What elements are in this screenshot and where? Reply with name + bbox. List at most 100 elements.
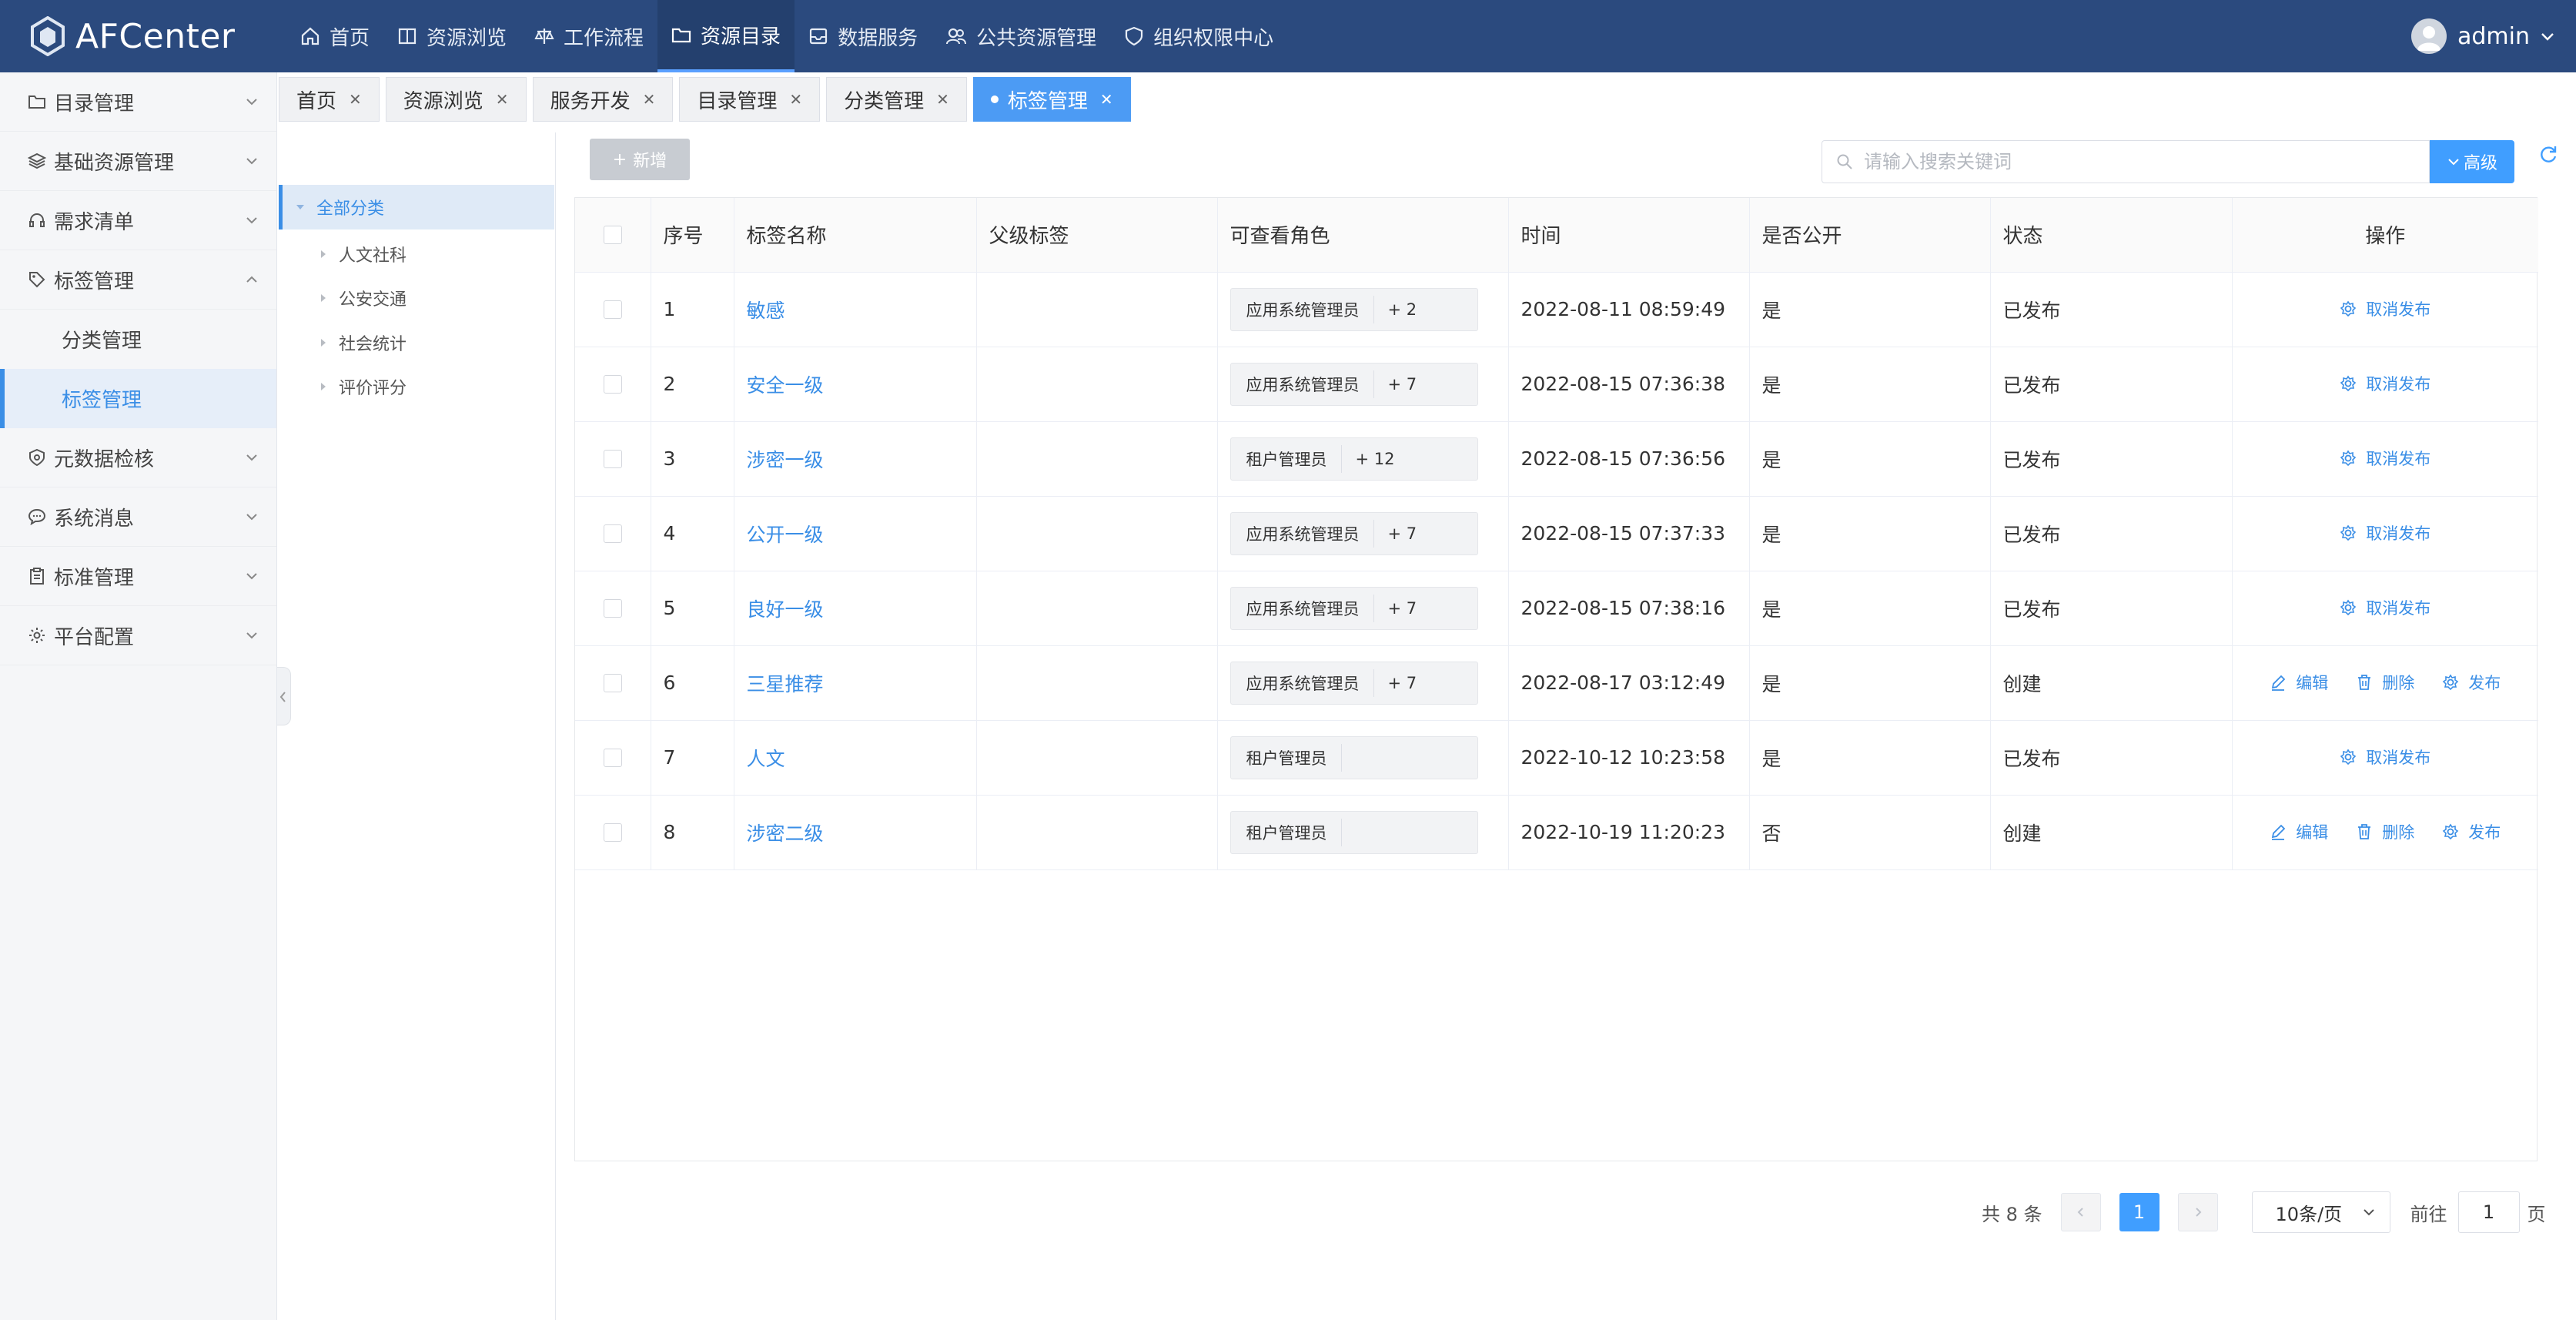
tree-node[interactable]: 人文社科 xyxy=(319,242,406,266)
tag-name-link[interactable]: 敏感 xyxy=(747,300,785,322)
tab-service-dev[interactable]: 服务开发 ✕ xyxy=(532,77,674,122)
edit-button[interactable]: 编辑 xyxy=(2270,820,2328,843)
sidebar-item-demand-list[interactable]: 需求清单 xyxy=(0,191,276,250)
unpublish-button[interactable]: 取消发布 xyxy=(2340,297,2430,320)
search-input[interactable] xyxy=(1864,151,2403,173)
delete-button[interactable]: 删除 xyxy=(2356,820,2414,843)
tree-node[interactable]: 公安交通 xyxy=(319,286,406,310)
role-select[interactable]: 应用系统管理员 + 2 xyxy=(1229,287,1478,331)
goto-page-input[interactable] xyxy=(2457,1191,2520,1233)
caret-down-icon xyxy=(296,205,304,209)
role-select[interactable]: 租户管理员 xyxy=(1229,810,1478,854)
tab-home[interactable]: 首页 ✕ xyxy=(279,77,380,122)
tab-category-manage[interactable]: 分类管理 ✕ xyxy=(826,77,967,122)
unpublish-button[interactable]: 取消发布 xyxy=(2340,447,2430,470)
tag-name-link[interactable]: 涉密一级 xyxy=(747,449,824,471)
close-icon[interactable]: ✕ xyxy=(789,90,802,109)
prev-page-button[interactable] xyxy=(2060,1193,2101,1231)
tab-resource-browse[interactable]: 资源浏览 ✕ xyxy=(385,77,527,122)
layers-icon xyxy=(28,152,46,169)
row-checkbox[interactable] xyxy=(603,300,622,319)
topnav-workflow[interactable]: 工作流程 xyxy=(520,0,657,72)
row-checkbox[interactable] xyxy=(603,374,622,394)
close-icon[interactable]: ✕ xyxy=(1100,90,1113,109)
sidebar-item-standard-manage[interactable]: 标准管理 xyxy=(0,547,276,606)
row-select-cell[interactable] xyxy=(575,571,651,646)
parent-tag-cell xyxy=(976,272,1218,347)
row-checkbox[interactable] xyxy=(603,673,622,692)
close-icon[interactable]: ✕ xyxy=(349,90,362,109)
sidebar-subitem-tag-manage[interactable]: 标签管理 xyxy=(0,369,276,428)
role-select[interactable]: 应用系统管理员 + 7 xyxy=(1229,586,1478,630)
app-logo[interactable]: AFCenter xyxy=(0,0,286,72)
sidebar-item-base-resource[interactable]: 基础资源管理 xyxy=(0,132,276,191)
role-select[interactable]: 应用系统管理员 + 7 xyxy=(1229,661,1478,705)
role-select[interactable]: 租户管理员 xyxy=(1229,735,1478,779)
user-menu[interactable]: admin xyxy=(2411,0,2558,72)
edit-button[interactable]: 编辑 xyxy=(2270,671,2328,694)
row-select-cell[interactable] xyxy=(575,421,651,497)
unpublish-button[interactable]: 取消发布 xyxy=(2340,521,2430,544)
next-page-button[interactable] xyxy=(2177,1193,2218,1231)
role-select[interactable]: 应用系统管理员 + 7 xyxy=(1229,362,1478,406)
tag-name-link[interactable]: 公开一级 xyxy=(747,524,824,546)
publish-button[interactable]: 发布 xyxy=(2442,820,2501,843)
refresh-icon[interactable] xyxy=(2538,143,2559,165)
topnav-data-service[interactable]: 数据服务 xyxy=(795,0,932,72)
row-select-cell[interactable] xyxy=(575,272,651,347)
row-checkbox[interactable] xyxy=(603,748,622,767)
row-checkbox[interactable] xyxy=(603,449,622,468)
gear-icon xyxy=(2340,524,2357,541)
sidebar-subitem-category-manage[interactable]: 分类管理 xyxy=(0,310,276,369)
tag-name-link[interactable]: 良好一级 xyxy=(747,598,824,621)
topnav-public-resource[interactable]: 公共资源管理 xyxy=(932,0,1110,72)
close-icon[interactable]: ✕ xyxy=(496,90,509,109)
add-button[interactable]: + 新增 xyxy=(590,139,690,180)
tab-tag-manage[interactable]: 标签管理 ✕ xyxy=(972,77,1131,122)
select-all-checkbox[interactable] xyxy=(603,225,622,244)
sidebar-item-catalog-manage[interactable]: 目录管理 xyxy=(0,72,276,132)
advanced-search-button[interactable]: 高级 xyxy=(2430,140,2514,183)
unpublish-button[interactable]: 取消发布 xyxy=(2340,596,2430,619)
close-icon[interactable]: ✕ xyxy=(643,90,656,109)
unpublish-button[interactable]: 取消发布 xyxy=(2340,372,2430,395)
column-header: 时间 xyxy=(1508,198,1750,273)
tab-catalog-manage[interactable]: 目录管理 ✕ xyxy=(679,77,821,122)
tag-name-link[interactable]: 人文 xyxy=(747,748,785,770)
row-select-cell[interactable] xyxy=(575,645,651,721)
tree-node[interactable]: 社会统计 xyxy=(319,330,406,355)
topnav-org-permission[interactable]: 组织权限中心 xyxy=(1110,0,1287,72)
row-select-cell[interactable] xyxy=(575,496,651,571)
row-select-cell[interactable] xyxy=(575,347,651,422)
unpublish-button[interactable]: 取消发布 xyxy=(2340,745,2430,769)
select-all-cell[interactable] xyxy=(575,198,651,273)
delete-button[interactable]: 删除 xyxy=(2356,671,2414,694)
topnav-resource-browse[interactable]: 资源浏览 xyxy=(383,0,520,72)
row-checkbox[interactable] xyxy=(603,524,622,543)
tag-name-link[interactable]: 安全一级 xyxy=(747,374,824,397)
sidebar-item-platform-config[interactable]: 平台配置 xyxy=(0,606,276,665)
tag-name-link[interactable]: 涉密二级 xyxy=(747,822,824,845)
role-select[interactable]: 应用系统管理员 + 7 xyxy=(1229,511,1478,555)
row-checkbox[interactable] xyxy=(603,598,622,618)
actions-cell: 编辑 删除 发布 xyxy=(2232,645,2538,721)
sidebar-item-label: 目录管理 xyxy=(54,92,135,116)
tree-node[interactable]: 评价评分 xyxy=(319,374,406,399)
row-select-cell[interactable] xyxy=(575,720,651,796)
sidebar-item-tag-manage[interactable]: 标签管理 xyxy=(0,250,276,310)
sidebar-item-metadata-check[interactable]: 元数据检核 xyxy=(0,428,276,487)
publish-button[interactable]: 发布 xyxy=(2442,671,2501,694)
topnav-resource-catalog[interactable]: 资源目录 xyxy=(657,0,795,72)
close-icon[interactable]: ✕ xyxy=(936,90,949,109)
page-number-button[interactable]: 1 xyxy=(2119,1193,2159,1231)
tree-node-root[interactable]: 全部分类 xyxy=(279,185,554,229)
page-size-select[interactable]: 10条/页 xyxy=(2251,1191,2390,1233)
sidebar-item-system-message[interactable]: 系统消息 xyxy=(0,487,276,547)
status-cell: 创建 xyxy=(1990,645,2233,721)
row-checkbox[interactable] xyxy=(603,822,622,842)
tag-name-link[interactable]: 三星推荐 xyxy=(747,673,824,695)
topnav-home[interactable]: 首页 xyxy=(286,0,383,72)
tree-node-label: 人文社科 xyxy=(339,246,407,266)
row-select-cell[interactable] xyxy=(575,795,651,870)
role-select[interactable]: 租户管理员 + 12 xyxy=(1229,437,1478,481)
